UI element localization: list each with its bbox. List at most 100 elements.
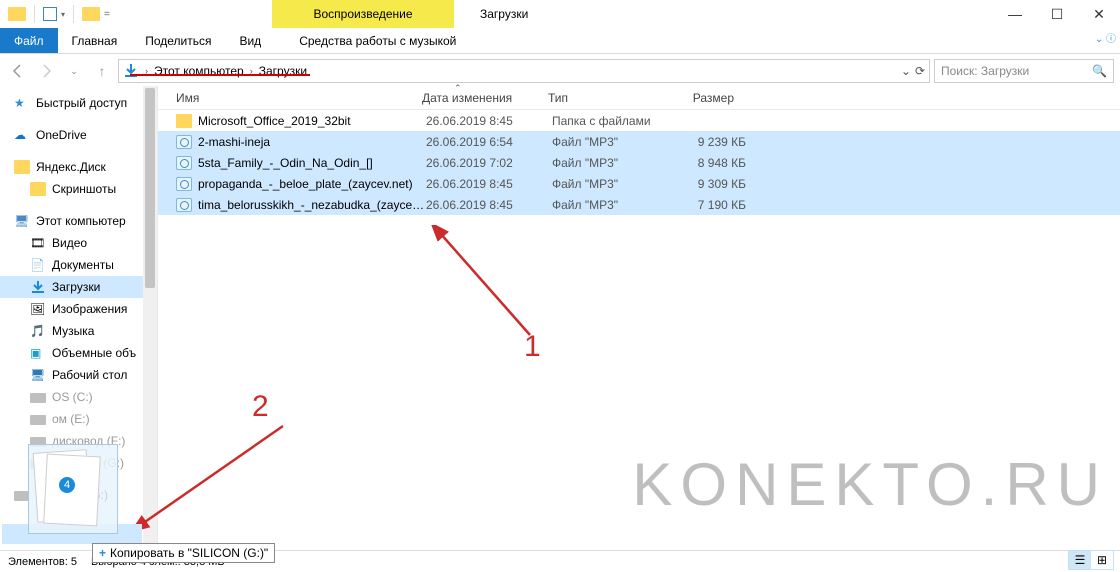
drag-count-badge: 4: [57, 475, 77, 495]
folder-icon: [14, 160, 30, 174]
context-tab-play[interactable]: Воспроизведение: [272, 0, 454, 28]
search-input[interactable]: Поиск: Загрузки 🔍: [934, 59, 1114, 83]
table-row[interactable]: tima_belorusskikh_-_nezabudka_(zaycev...…: [158, 194, 1120, 215]
document-icon: 📄: [30, 258, 46, 272]
tree-yandex-disk[interactable]: Яндекс.Диск: [0, 156, 157, 178]
col-type[interactable]: Тип: [540, 91, 658, 105]
tree-documents[interactable]: 📄Документы: [0, 254, 157, 276]
tab-view[interactable]: Вид: [225, 28, 275, 53]
images-icon: 🖼: [30, 302, 46, 316]
tab-file[interactable]: Файл: [0, 28, 58, 53]
plus-icon: +: [99, 546, 106, 560]
cell-date: 26.06.2019 8:45: [426, 198, 552, 212]
tree-desktop[interactable]: 🖥Рабочий стол: [0, 364, 157, 386]
refresh-icon[interactable]: ⟳: [915, 64, 925, 78]
minimize-button[interactable]: —: [994, 0, 1036, 28]
cell-type: Файл "MP3": [552, 135, 670, 149]
recent-locations-button[interactable]: ⌄: [62, 59, 86, 83]
cell-date: 26.06.2019 8:45: [426, 114, 552, 128]
drive-icon: [30, 415, 46, 425]
tree-quick-access[interactable]: ★Быстрый доступ: [0, 92, 157, 114]
search-placeholder: Поиск: Загрузки: [941, 64, 1029, 78]
tree-os-c[interactable]: OS (C:): [0, 386, 157, 408]
icons-view-button[interactable]: ⊞: [1091, 551, 1113, 569]
qat-item-icon[interactable]: [43, 7, 57, 21]
annotation-label-1: 1: [524, 330, 541, 364]
watermark: KONEKTO.RU: [632, 450, 1108, 519]
table-row[interactable]: propaganda_-_beloe_plate_(zaycev.net)26.…: [158, 173, 1120, 194]
address-bar[interactable]: › Этот компьютер › Загрузки ⌄ ⟳: [118, 59, 930, 83]
address-dropdown-icon[interactable]: ⌄: [901, 64, 911, 78]
maximize-button[interactable]: ☐: [1036, 0, 1078, 28]
cloud-icon: ☁: [14, 128, 30, 142]
cube-icon: ▣: [30, 346, 46, 360]
folder-icon: [176, 114, 192, 128]
window-title: Загрузки: [480, 0, 528, 28]
cell-size: 8 948 КБ: [670, 156, 760, 170]
drag-ghost: 4: [28, 444, 118, 534]
close-button[interactable]: ✕: [1078, 0, 1120, 28]
tree-onedrive[interactable]: ☁OneDrive: [0, 124, 157, 146]
cell-date: 26.06.2019 6:54: [426, 135, 552, 149]
details-view-button[interactable]: ☰: [1069, 551, 1091, 569]
cell-name: 2-mashi-ineja: [198, 135, 426, 149]
cell-name: 5sta_Family_-_Odin_Na_Odin_[]: [198, 156, 426, 170]
tab-music-tools[interactable]: Средства работы с музыкой: [285, 28, 470, 53]
sort-indicator-icon: ⌃: [454, 83, 462, 94]
cell-type: Файл "MP3": [552, 177, 670, 191]
tree-downloads[interactable]: Загрузки: [0, 276, 157, 298]
cell-date: 26.06.2019 7:02: [426, 156, 552, 170]
cell-size: 7 190 КБ: [670, 198, 760, 212]
cell-name: Microsoft_Office_2019_32bit: [198, 114, 426, 128]
collapse-ribbon-icon[interactable]: ⌄ ⓘ: [1095, 30, 1116, 45]
forward-button[interactable]: [34, 59, 58, 83]
back-button[interactable]: [6, 59, 30, 83]
col-size[interactable]: Размер: [658, 91, 748, 105]
tree-drive-e[interactable]: ом (E:): [0, 408, 157, 430]
chevron-down-icon[interactable]: ▾: [61, 10, 65, 19]
app-icon: [8, 7, 26, 21]
downloads-icon: [30, 280, 46, 294]
quick-access-toolbar: ▾ =: [0, 5, 110, 23]
new-folder-icon[interactable]: [82, 7, 100, 21]
view-toggle: ☰ ⊞: [1068, 550, 1114, 570]
tree-this-pc[interactable]: 🖥Этот компьютер: [0, 210, 157, 232]
annotation-label-2: 2: [252, 390, 269, 424]
cell-name: tima_belorusskikh_-_nezabudka_(zaycev...…: [198, 198, 426, 212]
pc-icon: 🖥: [14, 214, 30, 228]
tree-screenshots[interactable]: Скриншоты: [0, 178, 157, 200]
column-headers: Имя Дата изменения Тип Размер: [158, 86, 1120, 110]
col-name[interactable]: Имя: [158, 91, 414, 105]
tab-home[interactable]: Главная: [58, 28, 132, 53]
tree-music[interactable]: 🎵Музыка: [0, 320, 157, 342]
tree-video[interactable]: 🎞Видео: [0, 232, 157, 254]
mp3-icon: [176, 156, 192, 170]
tree-scrollbar[interactable]: [143, 86, 157, 556]
drag-tooltip: + Копировать в "SILICON (G:)": [92, 543, 275, 563]
folder-icon: [30, 182, 46, 196]
mp3-icon: [176, 135, 192, 149]
music-icon: 🎵: [30, 324, 46, 338]
tree-images[interactable]: 🖼Изображения: [0, 298, 157, 320]
drive-icon: [30, 393, 46, 403]
cell-size: 9 309 КБ: [670, 177, 760, 191]
cell-size: 9 239 КБ: [670, 135, 760, 149]
title-bar: ▾ = Воспроизведение Загрузки — ☐ ✕: [0, 0, 1120, 28]
ribbon-tabs: Файл Главная Поделиться Вид Средства раб…: [0, 28, 1120, 54]
search-icon: 🔍: [1092, 64, 1107, 78]
tab-share[interactable]: Поделиться: [131, 28, 225, 53]
address-row: ⌄ ↑ › Этот компьютер › Загрузки ⌄ ⟳ Поис…: [0, 56, 1120, 86]
tree-3d-objects[interactable]: ▣Объемные объ: [0, 342, 157, 364]
table-row[interactable]: 2-mashi-ineja26.06.2019 6:54Файл "MP3"9 …: [158, 131, 1120, 152]
cell-type: Файл "MP3": [552, 198, 670, 212]
status-element-count: Элементов: 5: [8, 556, 77, 568]
col-date[interactable]: Дата изменения: [414, 91, 540, 105]
mp3-icon: [176, 177, 192, 191]
table-row[interactable]: Microsoft_Office_2019_32bit26.06.2019 8:…: [158, 110, 1120, 131]
downloads-icon: [123, 63, 139, 79]
cell-name: propaganda_-_beloe_plate_(zaycev.net): [198, 177, 426, 191]
cell-type: Файл "MP3": [552, 156, 670, 170]
up-button[interactable]: ↑: [90, 59, 114, 83]
table-row[interactable]: 5sta_Family_-_Odin_Na_Odin_[]26.06.2019 …: [158, 152, 1120, 173]
cell-type: Папка с файлами: [552, 114, 670, 128]
